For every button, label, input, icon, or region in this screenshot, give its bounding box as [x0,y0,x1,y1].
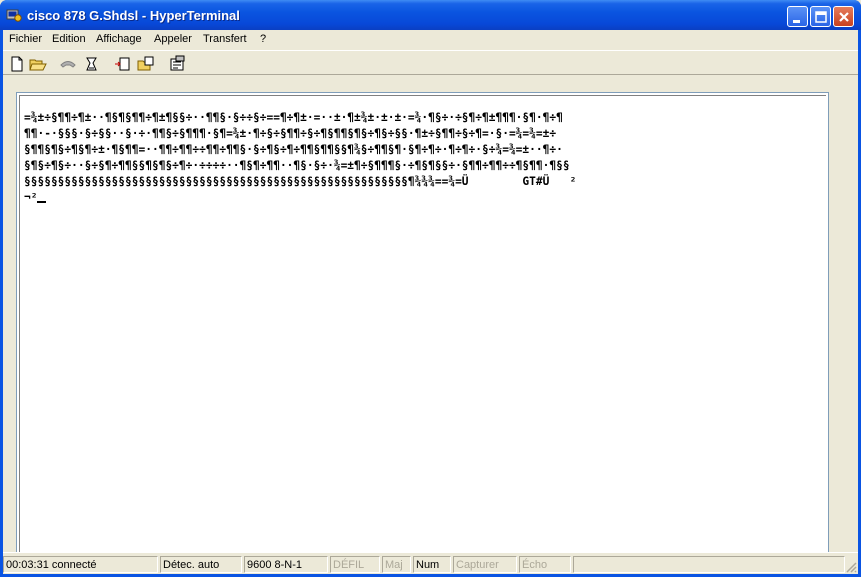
menu-bar: Fichier Edition Affichage Appeler Transf… [3,30,858,49]
receive-file-icon[interactable] [137,55,155,73]
status-capture: Capturer [453,556,517,573]
status-caps-lock: Maj [382,556,411,573]
status-bar: 00:03:31 connecté Détec. auto 9600 8-N-1… [3,552,858,574]
open-folder-icon[interactable] [29,55,47,73]
status-num-lock: Num [413,556,451,573]
minimize-button[interactable] [787,6,808,27]
maximize-icon [815,11,827,23]
close-button[interactable] [833,6,854,27]
menu-fichier[interactable]: Fichier [9,33,42,45]
terminal-screen[interactable]: =¾±÷§¶¶÷¶±··¶§¶§¶¶÷¶±¶§§÷··¶¶§·§÷÷§÷==¶÷… [19,95,826,563]
status-empty-pane [573,556,845,573]
menu-affichage[interactable]: Affichage [96,33,142,45]
hyperterminal-app-icon[interactable] [6,7,22,23]
title-bar[interactable]: cisco 878 G.Shdsl - HyperTerminal [0,0,861,30]
terminal-frame: =¾±÷§¶¶÷¶±··¶§¶§¶¶÷¶±¶§§÷··¶¶§·§÷÷§÷==¶÷… [16,92,829,566]
toolbar [3,50,858,75]
client-area: Fichier Edition Affichage Appeler Transf… [3,30,858,574]
status-connection-time: 00:03:31 connecté [3,556,158,573]
status-port-settings: 9600 8-N-1 [244,556,328,573]
terminal-line: ¬² [24,190,824,206]
properties-icon[interactable] [168,55,186,73]
disconnect-phone-icon[interactable] [59,55,77,73]
hyperterminal-window: cisco 878 G.Shdsl - HyperTerminal Fichie… [0,0,861,577]
menu-transfert[interactable]: Transfert [203,33,247,45]
terminal-line: §¶§÷¶§÷··§÷§¶÷¶¶§§¶§¶§÷¶÷·÷÷÷÷··¶§¶÷¶¶··… [24,159,570,172]
terminal-output: =¾±÷§¶¶÷¶±··¶§¶§¶¶÷¶±¶§§÷··¶¶§·§÷÷§÷==¶÷… [24,110,824,206]
new-document-icon[interactable] [8,55,26,73]
window-title: cisco 878 G.Shdsl - HyperTerminal [27,8,240,23]
status-scroll-lock: DÉFIL [330,556,380,573]
terminal-cursor [37,201,47,203]
send-file-icon[interactable] [114,55,132,73]
resize-grip-icon[interactable] [845,561,857,573]
dial-phone-icon[interactable] [83,55,101,73]
terminal-line: ¶¶·-·§§§·§÷§§··§·÷·¶¶§÷§¶¶¶·§¶=¾±·¶÷§÷§¶… [24,127,557,140]
status-detect: Détec. auto [160,556,242,573]
menu-edition[interactable]: Edition [52,33,86,45]
terminal-line: =¾±÷§¶¶÷¶±··¶§¶§¶¶÷¶±¶§§÷··¶¶§·§÷÷§÷==¶÷… [24,111,563,124]
menu-appeler[interactable]: Appeler [154,33,192,45]
menu-help[interactable]: ? [260,33,266,45]
minimize-icon [793,20,800,23]
terminal-line: §¶¶§¶§÷¶§¶÷±·¶§¶¶=··¶¶÷¶¶÷÷¶¶÷¶¶§·§÷¶§÷¶… [24,143,563,156]
maximize-button[interactable] [810,6,831,27]
status-echo: Écho [519,556,571,573]
close-icon [839,12,849,22]
terminal-line: §§§§§§§§§§§§§§§§§§§§§§§§§§§§§§§§§§§§§§§§… [24,175,577,188]
terminal-last-line: ¬² [24,191,38,204]
